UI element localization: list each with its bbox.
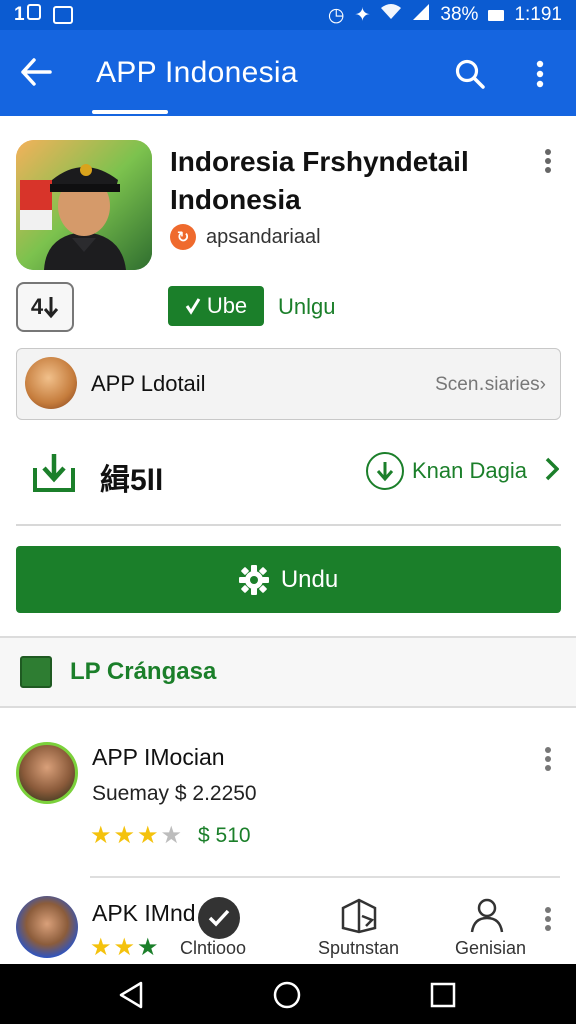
status-time: 1:191: [514, 4, 562, 25]
list-item-avatar: [16, 742, 78, 804]
more-vert-icon[interactable]: [520, 54, 560, 94]
list-item-title: APP IMocian: [92, 744, 225, 770]
nav-back-icon[interactable]: [114, 978, 148, 1012]
wifi-icon: [380, 3, 402, 27]
status-notification-icon: 11: [14, 4, 41, 26]
active-tab-indicator: [92, 110, 168, 114]
section-thumbnail-icon: [20, 656, 52, 688]
detail-label: APP Ldotail: [91, 371, 206, 396]
down-arrow-icon: [43, 297, 59, 319]
divider: [16, 524, 561, 526]
app-detail-row[interactable]: APP Ldotail Scen․siaries›: [16, 348, 561, 420]
battery-icon: [488, 9, 505, 21]
person-icon[interactable]: [470, 898, 504, 939]
gear-icon: [238, 564, 269, 595]
bluetooth-icon: ✦: [354, 4, 371, 26]
app-icon[interactable]: [16, 140, 152, 270]
app-title: Indoresia Frshyndetail Indonesia: [170, 146, 469, 215]
developer-name: apsandariaal: [206, 225, 321, 248]
ube-button-label: Ube: [206, 293, 248, 318]
age-rating-value: 4: [30, 294, 44, 319]
list-item-avatar: [16, 896, 78, 958]
ube-button[interactable]: Ube: [168, 286, 264, 326]
bottom-nav-label-3[interactable]: Genisian: [455, 938, 526, 959]
detail-avatar: [25, 357, 77, 409]
list-item-more-icon[interactable]: [538, 744, 558, 774]
download-tray-icon: [30, 450, 78, 496]
app-bar: APP Indonesia: [0, 30, 576, 116]
signal-icon: [412, 3, 430, 27]
chevron-right-icon: [545, 457, 560, 486]
check-icon: [185, 298, 201, 315]
star-icon: ★: [90, 934, 112, 961]
section-title[interactable]: LP Crángasa: [70, 658, 216, 686]
install-button-label: Undu: [280, 565, 339, 593]
install-button[interactable]: Undu: [16, 546, 561, 613]
card-more-vert-icon[interactable]: [536, 146, 560, 176]
status-bar: 11 ◷ ✦ 38% 1:191: [0, 0, 576, 30]
half-star-icon: ★: [160, 822, 183, 849]
map-box-icon[interactable]: [340, 898, 378, 939]
list-item[interactable]: APP IMocian Suemay $ 2.2250 ★ ★ ★ ★ $ 51…: [0, 740, 576, 870]
rating-stars: ★ ★ ★: [90, 936, 159, 960]
bottom-nav-label-2[interactable]: Sputnstan: [318, 938, 399, 959]
download-count: 緝5ll: [100, 464, 164, 497]
star-icon: ★: [113, 934, 136, 961]
developer-row[interactable]: ↻ apsandariaal: [170, 224, 321, 250]
age-rating-badge: 4: [16, 282, 74, 332]
download-detail-link[interactable]: Knan Dagia: [366, 452, 560, 490]
list-item-more-icon[interactable]: [538, 904, 558, 934]
app-notification-icon: [52, 6, 73, 24]
download-circle-icon: [366, 452, 404, 490]
screenshots-link[interactable]: Scen․siaries›: [435, 373, 546, 396]
bottom-nav-label-1[interactable]: Clntiooo: [180, 938, 246, 959]
nav-recents-icon[interactable]: [426, 978, 460, 1012]
developer-logo-icon: ↻: [170, 224, 196, 250]
system-nav-bar: [0, 964, 576, 1024]
page-title[interactable]: APP Indonesia: [96, 56, 298, 90]
search-icon[interactable]: [450, 54, 490, 94]
section-header: LP Crángasa: [0, 636, 576, 708]
list-item-title: APK IMnd: [92, 900, 196, 926]
battery-percent: 38%: [440, 4, 479, 25]
list-item-price: $ 510: [198, 824, 251, 847]
nav-home-icon[interactable]: [270, 978, 304, 1012]
list-item-subtitle: Suemay $ 2.2250: [92, 782, 257, 805]
back-arrow-icon[interactable]: [16, 52, 56, 92]
divider: [90, 876, 560, 878]
check-circle-icon[interactable]: [198, 897, 240, 939]
download-detail-label: Knan Dagia: [412, 458, 527, 483]
rating-stars: ★ ★ ★ ★: [90, 824, 182, 848]
unlgu-link[interactable]: Unlgu: [278, 294, 335, 320]
star-icon: ★: [90, 822, 112, 849]
alarm-icon: ◷: [327, 4, 345, 26]
star-icon: ★: [137, 822, 159, 849]
star-icon: ★: [113, 822, 136, 849]
star-icon: ★: [137, 934, 159, 961]
